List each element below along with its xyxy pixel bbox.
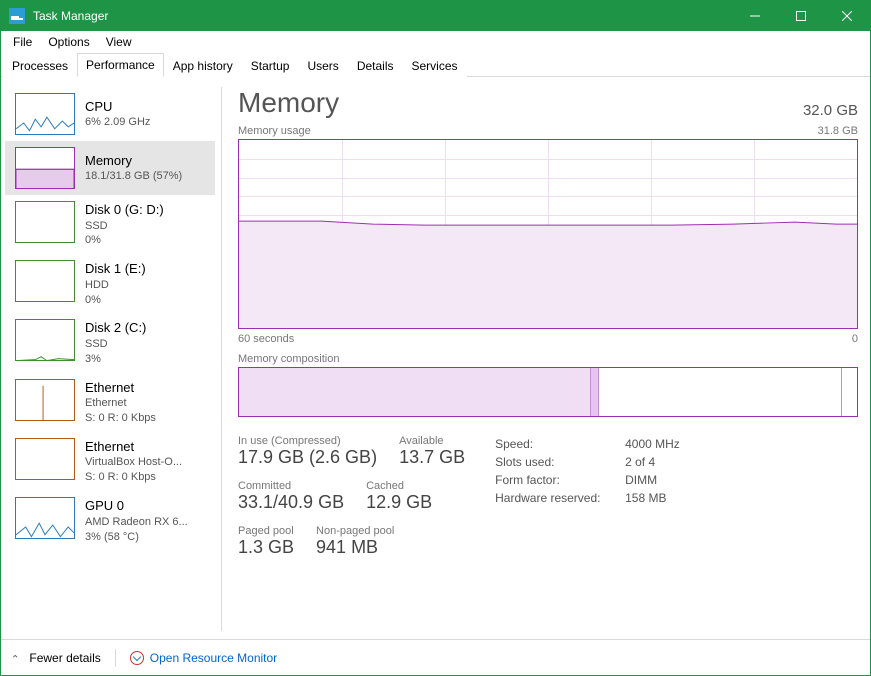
- tab-details[interactable]: Details: [348, 54, 403, 77]
- sidebar-item-title: CPU: [85, 98, 150, 116]
- usage-label: Memory usage: [238, 125, 311, 137]
- minigraph-icon: [15, 438, 75, 480]
- minigraph-icon: [15, 260, 75, 302]
- detail-key: Hardware reserved:: [495, 489, 625, 507]
- committed-value: 33.1/40.9 GB: [238, 492, 344, 513]
- page-title: Memory: [238, 87, 339, 119]
- footer: ⌄ Fewer details Open Resource Monitor: [1, 639, 870, 675]
- close-button[interactable]: [824, 1, 870, 31]
- sidebar-item-title: Ethernet: [85, 438, 182, 456]
- inuse-value: 17.9 GB (2.6 GB): [238, 447, 377, 468]
- detail-val: 4000 MHz: [625, 435, 680, 453]
- cached-value: 12.9 GB: [366, 492, 432, 513]
- nonpaged-label: Non-paged pool: [316, 525, 394, 537]
- tab-users[interactable]: Users: [298, 54, 347, 77]
- detail-key: Speed:: [495, 435, 625, 453]
- sidebar-item-ethernet[interactable]: Ethernet Ethernet S: 0 R: 0 Kbps: [5, 373, 215, 432]
- x-left: 60 seconds: [238, 333, 294, 345]
- chevron-up-icon[interactable]: ⌄: [11, 652, 19, 663]
- detail-key: Slots used:: [495, 453, 625, 471]
- sidebar-item-sub2: S: 0 R: 0 Kbps: [85, 470, 182, 485]
- sidebar-item-sub2: 0%: [85, 233, 164, 248]
- tab-startup[interactable]: Startup: [242, 54, 299, 77]
- sidebar-item-sub: VirtualBox Host-O...: [85, 455, 182, 470]
- sidebar-item-sub: SSD: [85, 337, 146, 352]
- paged-value: 1.3 GB: [238, 537, 294, 558]
- detail-val: 2 of 4: [625, 453, 655, 471]
- sidebar-item-sub: 18.1/31.8 GB (57%): [85, 169, 182, 184]
- memory-details-table: Speed:4000 MHzSlots used:2 of 4Form fact…: [495, 435, 680, 558]
- divider: [221, 87, 222, 631]
- sidebar-item-disk-0-g-d-[interactable]: Disk 0 (G: D:) SSD 0%: [5, 195, 215, 254]
- minimize-button[interactable]: [732, 1, 778, 31]
- sidebar-item-title: Ethernet: [85, 379, 156, 397]
- sidebar-item-gpu-0[interactable]: GPU 0 AMD Radeon RX 6... 3% (58 °C): [5, 491, 215, 550]
- sidebar-item-sub: AMD Radeon RX 6...: [85, 515, 188, 530]
- inuse-label: In use (Compressed): [238, 435, 377, 447]
- sidebar-item-disk-2-c-[interactable]: Disk 2 (C:) SSD 3%: [5, 313, 215, 372]
- tab-services[interactable]: Services: [403, 54, 467, 77]
- usage-max: 31.8 GB: [818, 125, 858, 137]
- sidebar-item-sub: 6% 2.09 GHz: [85, 115, 150, 130]
- avail-label: Available: [399, 435, 465, 447]
- sidebar-item-title: Disk 0 (G: D:): [85, 201, 164, 219]
- tab-performance[interactable]: Performance: [77, 53, 164, 77]
- menubar: File Options View: [1, 31, 870, 53]
- capacity: 32.0 GB: [803, 102, 858, 119]
- minigraph-icon: [15, 93, 75, 135]
- menu-file[interactable]: File: [5, 33, 40, 51]
- sidebar-item-memory[interactable]: Memory 18.1/31.8 GB (57%): [5, 141, 215, 195]
- main-panel: Memory 32.0 GB Memory usage 31.8 GB 60 s…: [232, 87, 858, 631]
- resource-monitor-icon: [130, 651, 144, 665]
- detail-val: DIMM: [625, 471, 657, 489]
- open-resource-monitor-link[interactable]: Open Resource Monitor: [130, 651, 277, 665]
- minigraph-icon: [15, 147, 75, 189]
- comp-label: Memory composition: [238, 353, 339, 365]
- avail-value: 13.7 GB: [399, 447, 465, 468]
- sidebar-item-title: Disk 1 (E:): [85, 260, 146, 278]
- sidebar-item-sub: SSD: [85, 219, 164, 234]
- sidebar-item-sub2: S: 0 R: 0 Kbps: [85, 411, 156, 426]
- tab-processes[interactable]: Processes: [3, 54, 77, 77]
- memory-usage-chart[interactable]: [238, 139, 858, 329]
- sidebar-item-sub2: 3%: [85, 352, 146, 367]
- sidebar-item-sub2: 3% (58 °C): [85, 530, 188, 545]
- minigraph-icon: [15, 201, 75, 243]
- window-title: Task Manager: [33, 9, 108, 23]
- memory-composition-chart[interactable]: [238, 367, 858, 417]
- minigraph-icon: [15, 379, 75, 421]
- sidebar-item-cpu[interactable]: CPU 6% 2.09 GHz: [5, 87, 215, 141]
- sidebar[interactable]: CPU 6% 2.09 GHz Memory 18.1/31.8 GB (57%…: [5, 87, 215, 631]
- x-right: 0: [852, 333, 858, 345]
- tab-app-history[interactable]: App history: [164, 54, 242, 77]
- detail-val: 158 MB: [625, 489, 666, 507]
- menu-options[interactable]: Options: [40, 33, 97, 51]
- minigraph-icon: [15, 497, 75, 539]
- detail-key: Form factor:: [495, 471, 625, 489]
- nonpaged-value: 941 MB: [316, 537, 394, 558]
- sidebar-item-disk-1-e-[interactable]: Disk 1 (E:) HDD 0%: [5, 254, 215, 313]
- sidebar-item-title: Disk 2 (C:): [85, 319, 146, 337]
- app-icon: [9, 8, 25, 24]
- sidebar-item-title: Memory: [85, 152, 182, 170]
- titlebar[interactable]: Task Manager: [1, 1, 870, 31]
- cached-label: Cached: [366, 480, 432, 492]
- sidebar-item-sub: Ethernet: [85, 396, 156, 411]
- sidebar-item-ethernet[interactable]: Ethernet VirtualBox Host-O... S: 0 R: 0 …: [5, 432, 215, 491]
- tabbar: Processes Performance App history Startu…: [1, 53, 870, 77]
- sidebar-item-sub2: 0%: [85, 293, 146, 308]
- sidebar-item-title: GPU 0: [85, 497, 188, 515]
- menu-view[interactable]: View: [98, 33, 140, 51]
- committed-label: Committed: [238, 480, 344, 492]
- paged-label: Paged pool: [238, 525, 294, 537]
- sidebar-item-sub: HDD: [85, 278, 146, 293]
- minigraph-icon: [15, 319, 75, 361]
- fewer-details-link[interactable]: Fewer details: [29, 651, 100, 665]
- maximize-button[interactable]: [778, 1, 824, 31]
